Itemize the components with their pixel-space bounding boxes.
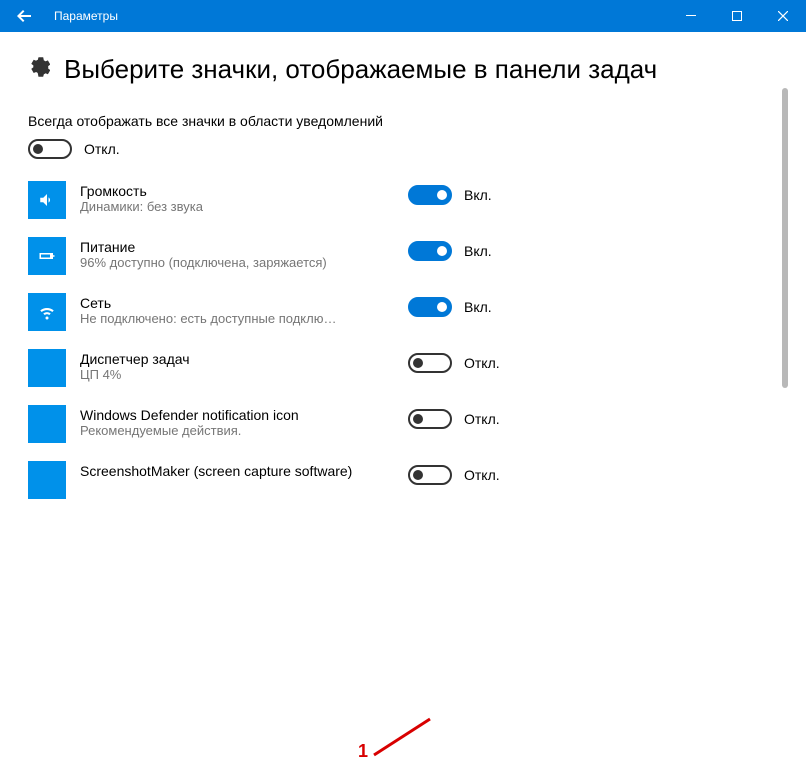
item-toggle-state: Откл. xyxy=(464,355,500,371)
scrollbar[interactable] xyxy=(782,88,788,508)
item-subtitle: 96% доступно (подключена, заряжается) xyxy=(80,255,394,270)
item-toggle[interactable] xyxy=(408,465,452,485)
item-subtitle: Динамики: без звука xyxy=(80,199,394,214)
blank-icon xyxy=(28,461,66,499)
annotation-label: 1 xyxy=(358,741,368,762)
item-toggle-state: Откл. xyxy=(464,411,500,427)
item-subtitle: Рекомендуемые действия. xyxy=(80,423,394,438)
item-toggle-wrap: Откл. xyxy=(408,461,528,485)
maximize-icon xyxy=(732,11,742,21)
volume-icon xyxy=(28,181,66,219)
item-name: Громкость xyxy=(80,183,394,199)
content-area: Выберите значки, отображаемые в панели з… xyxy=(0,32,806,549)
item-toggle-state: Откл. xyxy=(464,467,500,483)
item-subtitle: ЦП 4% xyxy=(80,367,394,382)
item-toggle[interactable] xyxy=(408,185,452,205)
item-toggle-wrap: Вкл. xyxy=(408,237,528,261)
item-toggle[interactable] xyxy=(408,297,452,317)
item-text: ScreenshotMaker (screen capture software… xyxy=(80,461,394,479)
scrollbar-thumb[interactable] xyxy=(782,88,788,388)
item-toggle[interactable] xyxy=(408,353,452,373)
list-item: Питание96% доступно (подключена, заряжае… xyxy=(28,237,528,275)
item-text: Windows Defender notification iconРекоме… xyxy=(80,405,394,438)
item-toggle-wrap: Откл. xyxy=(408,405,528,429)
window-controls xyxy=(668,0,806,32)
item-name: ScreenshotMaker (screen capture software… xyxy=(80,463,394,479)
master-toggle-state: Откл. xyxy=(84,141,120,157)
item-text: Питание96% доступно (подключена, заряжае… xyxy=(80,237,394,270)
item-toggle-state: Вкл. xyxy=(464,187,492,203)
item-name: Питание xyxy=(80,239,394,255)
blank-icon xyxy=(28,349,66,387)
list-item: ГромкостьДинамики: без звука Вкл. xyxy=(28,181,528,219)
battery-icon xyxy=(28,237,66,275)
item-subtitle: Не подключено: есть доступные подклю… xyxy=(80,311,394,326)
item-text: СетьНе подключено: есть доступные подклю… xyxy=(80,293,394,326)
maximize-button[interactable] xyxy=(714,0,760,32)
item-name: Диспетчер задач xyxy=(80,351,394,367)
window-title: Параметры xyxy=(54,9,118,23)
item-toggle[interactable] xyxy=(408,241,452,261)
back-button[interactable] xyxy=(0,0,48,32)
list-item: ScreenshotMaker (screen capture software… xyxy=(28,461,528,499)
item-toggle-state: Вкл. xyxy=(464,243,492,259)
item-name: Сеть xyxy=(80,295,394,311)
annotation-arrow xyxy=(368,717,448,767)
item-name: Windows Defender notification icon xyxy=(80,407,394,423)
close-button[interactable] xyxy=(760,0,806,32)
item-text: ГромкостьДинамики: без звука xyxy=(80,181,394,214)
list-item: Диспетчер задачЦП 4% Откл. xyxy=(28,349,528,387)
wifi-icon xyxy=(28,293,66,331)
minimize-button[interactable] xyxy=(668,0,714,32)
gear-icon xyxy=(28,56,50,83)
item-toggle-wrap: Вкл. xyxy=(408,181,528,205)
page-header: Выберите значки, отображаемые в панели з… xyxy=(28,54,806,85)
minimize-icon xyxy=(686,11,696,21)
master-toggle-row: Откл. xyxy=(28,139,806,159)
item-toggle-wrap: Вкл. xyxy=(408,293,528,317)
item-toggle-wrap: Откл. xyxy=(408,349,528,373)
items-list: ГромкостьДинамики: без звука Вкл. Питание9… xyxy=(28,181,806,499)
master-toggle[interactable] xyxy=(28,139,72,159)
blank-icon xyxy=(28,405,66,443)
titlebar: Параметры xyxy=(0,0,806,32)
item-toggle[interactable] xyxy=(408,409,452,429)
item-text: Диспетчер задачЦП 4% xyxy=(80,349,394,382)
item-toggle-state: Вкл. xyxy=(464,299,492,315)
arrow-left-icon xyxy=(16,8,32,24)
list-item: СетьНе подключено: есть доступные подклю… xyxy=(28,293,528,331)
close-icon xyxy=(778,11,788,21)
page-title: Выберите значки, отображаемые в панели з… xyxy=(64,54,657,85)
list-item: Windows Defender notification iconРекоме… xyxy=(28,405,528,443)
master-toggle-label: Всегда отображать все значки в области у… xyxy=(28,113,806,129)
